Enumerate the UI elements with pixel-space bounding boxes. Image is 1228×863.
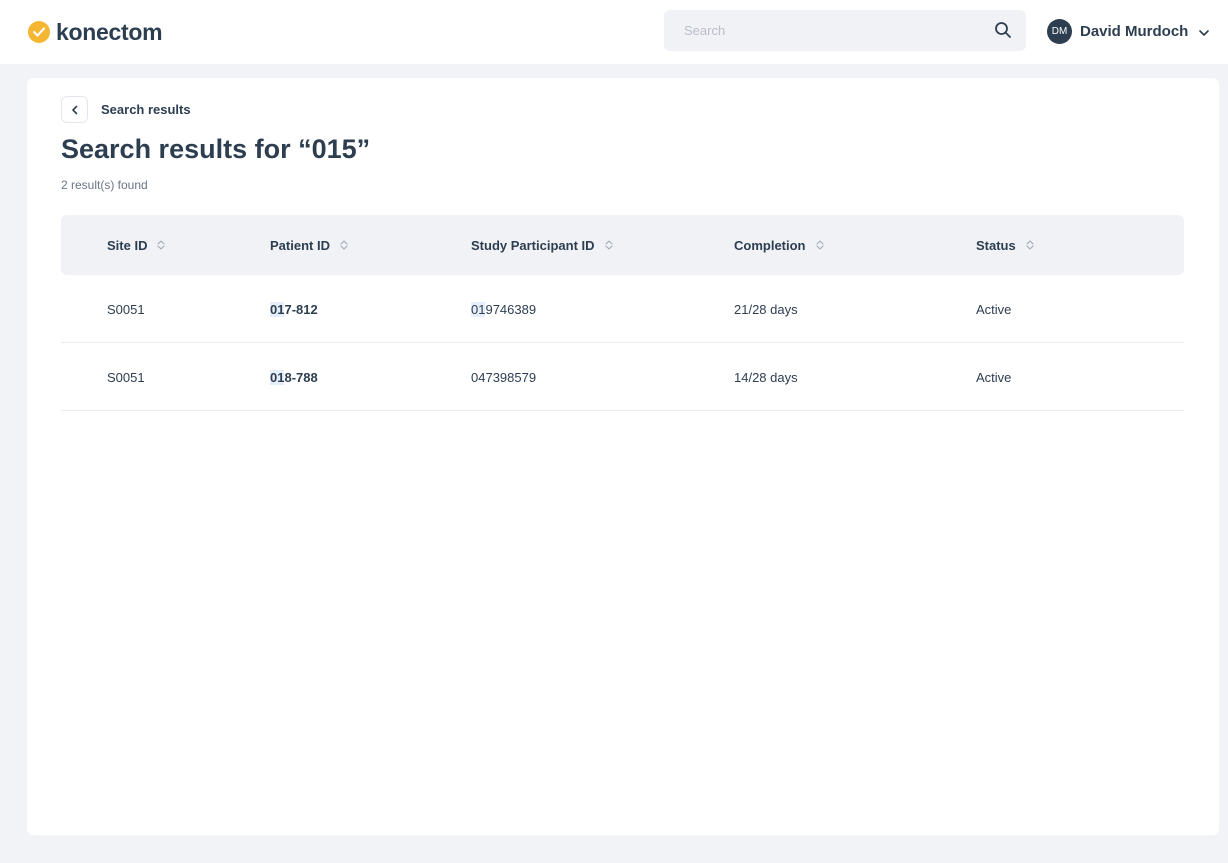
cell-status: Active [976,301,1012,317]
header-site-id[interactable]: Site ID [107,215,166,275]
result-count: 2 result(s) found [61,178,148,192]
table-header: Site ID Patient ID Study Participant ID … [61,215,1184,275]
top-bar: konectom DM David Murdoch [0,0,1228,64]
cell-study-participant-id: 01 9746389 [471,301,537,317]
sort-icon [604,240,613,250]
back-button[interactable] [61,96,88,123]
search-match-highlight: 01 [270,301,285,317]
sort-icon [1026,240,1034,250]
search-icon[interactable] [994,21,1012,39]
cell-completion: 14/28 days [734,369,798,385]
avatar: DM [1047,19,1072,44]
results-card: Search results Search results for “015” … [27,78,1219,835]
page-title: Search results for “015” [61,134,371,164]
sort-icon [157,240,166,250]
search-box [664,10,1026,51]
sort-icon [340,240,348,250]
sort-icon [815,240,824,250]
check-circle-icon [28,21,50,43]
header-completion[interactable]: Completion [734,215,824,275]
chevron-down-icon[interactable] [1198,26,1210,38]
header-study-participant-id[interactable]: Study Participant ID [471,215,613,275]
breadcrumb: Search results [61,96,191,123]
cell-status: Active [976,369,1012,385]
search-match-highlight: 01 [270,369,285,385]
user-menu[interactable]: DM David Murdoch [1047,19,1210,44]
brand-logo[interactable]: konectom [28,18,163,46]
brand-name: konectom [56,18,163,45]
cell-patient-id[interactable]: 01 8-788 [270,343,318,411]
cell-study-participant-id: 047398579 [471,369,537,385]
header-patient-id[interactable]: Patient ID [270,215,348,275]
cell-site-id: S0051 [107,369,145,385]
cell-completion: 21/28 days [734,301,798,317]
search-input[interactable] [664,10,1026,51]
cell-site-id: S0051 [107,301,145,317]
chevron-left-icon [71,105,77,114]
header-status[interactable]: Status [976,215,1034,275]
search-match-highlight: 01 [471,301,486,317]
user-name: David Murdoch [1080,23,1189,40]
cell-patient-id[interactable]: 01 7-812 [270,275,318,343]
breadcrumb-label: Search results [101,102,191,117]
table-row[interactable]: S0051 01 7-812 01 9746389 21/28 days Activ… [61,275,1184,343]
table-row[interactable]: S0051 01 8-788 047398579 14/28 days Activ… [61,343,1184,411]
